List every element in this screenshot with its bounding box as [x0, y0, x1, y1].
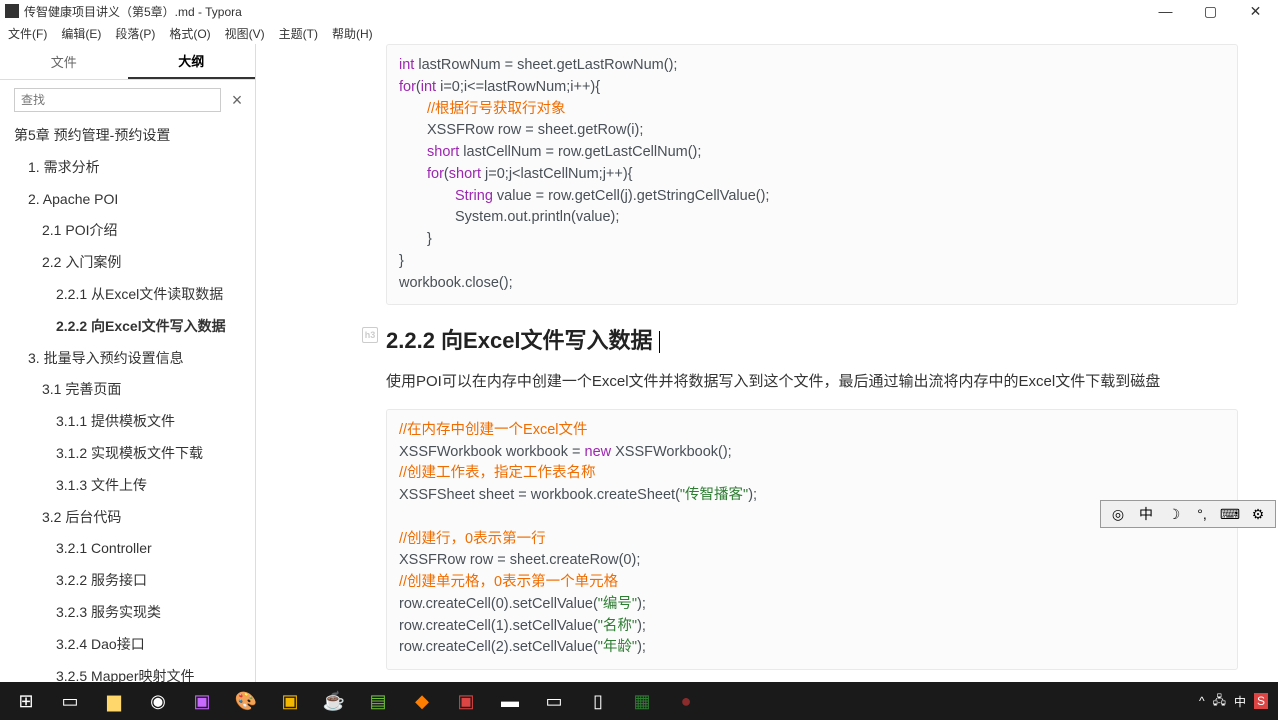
search-clear-icon[interactable]: ×: [227, 90, 247, 111]
window-title: 传智健康项目讲义（第5章）.md - Typora: [24, 3, 242, 20]
ime-punct-icon[interactable]: °,: [1191, 503, 1213, 525]
outline-item[interactable]: 2.2 入门案例: [14, 247, 249, 279]
outline-item[interactable]: 3.2.3 服务实现类: [14, 597, 249, 629]
outline-item[interactable]: 第5章 预约管理-预约设置: [14, 120, 249, 152]
menu-edit[interactable]: 编辑(E): [61, 25, 101, 42]
tray-sogou-icon[interactable]: S: [1254, 693, 1268, 709]
tab-outline[interactable]: 大纲: [128, 44, 256, 79]
outline-item[interactable]: 2.2.1 从Excel文件读取数据: [14, 279, 249, 311]
outline-item[interactable]: 3.2.4 Dao接口: [14, 629, 249, 661]
menu-paragraph[interactable]: 段落(P): [115, 25, 155, 42]
ime-toolbar[interactable]: ◎ 中 ☽ °, ⌨ ⚙: [1100, 500, 1276, 528]
typora-icon[interactable]: ▯: [576, 682, 620, 720]
ime-lang[interactable]: 中: [1135, 503, 1157, 525]
menu-format[interactable]: 格式(O): [169, 25, 210, 42]
outline-item-active[interactable]: 2.2.2 向Excel文件写入数据: [14, 311, 249, 343]
code-block-read[interactable]: int lastRowNum = sheet.getLastRowNum(); …: [386, 44, 1238, 305]
paragraph[interactable]: 使用POI可以在内存中创建一个Excel文件并将数据写入到这个文件，最后通过输出…: [386, 369, 1238, 395]
tray-network-icon[interactable]: 🖧: [1213, 691, 1226, 712]
outline-item[interactable]: 3.1.2 实现模板文件下载: [14, 438, 249, 470]
taskview-icon[interactable]: ▭: [48, 682, 92, 720]
chrome-icon[interactable]: ◉: [136, 682, 180, 720]
titlebar: 传智健康项目讲义（第5章）.md - Typora — ▢ ✕: [0, 0, 1278, 22]
ime-globe-icon[interactable]: ◎: [1107, 503, 1129, 525]
tray-lang[interactable]: 中: [1234, 693, 1246, 710]
minimize-button[interactable]: —: [1143, 0, 1188, 22]
excel-icon[interactable]: ▦: [620, 682, 664, 720]
outline-item[interactable]: 3.2.2 服务接口: [14, 565, 249, 597]
tab-file[interactable]: 文件: [0, 44, 128, 79]
outline-item[interactable]: 2. Apache POI: [14, 184, 249, 216]
app-icon-4[interactable]: ▣: [444, 682, 488, 720]
app-icon: [5, 4, 19, 18]
outline-item[interactable]: 3.2 后台代码: [14, 502, 249, 534]
app-icon-1[interactable]: ▣: [268, 682, 312, 720]
tray-chevron-icon[interactable]: ^: [1199, 694, 1205, 708]
taskbar[interactable]: ⊞ ▭ ▆ ◉ ▣ 🎨 ▣ ☕ ▤ ◆ ▣ ▬ ▭ ▯ ▦ ● ^ 🖧 中 S: [0, 682, 1278, 720]
notepad-icon[interactable]: ▤: [356, 682, 400, 720]
outline-item[interactable]: 3. 批量导入预约设置信息: [14, 343, 249, 375]
outline-item[interactable]: 3.1.3 文件上传: [14, 470, 249, 502]
ide-icon[interactable]: ▣: [180, 682, 224, 720]
close-button[interactable]: ✕: [1233, 0, 1278, 22]
outline-item[interactable]: 3.2.1 Controller: [14, 533, 249, 565]
sidebar: 文件 大纲 × 第5章 预约管理-预约设置 1. 需求分析 2. Apache …: [0, 44, 256, 682]
start-button[interactable]: ⊞: [4, 682, 48, 720]
ime-gear-icon[interactable]: ⚙: [1247, 503, 1269, 525]
code-block-write[interactable]: //在内存中创建一个Excel文件 XSSFWorkbook workbook …: [386, 409, 1238, 670]
outline-item[interactable]: 2.1 POI介绍: [14, 215, 249, 247]
paint-icon[interactable]: 🎨: [224, 682, 268, 720]
outline-item[interactable]: 3.2.5 Mapper映射文件: [14, 661, 249, 682]
ime-moon-icon[interactable]: ☽: [1163, 503, 1185, 525]
menu-file[interactable]: 文件(F): [8, 25, 47, 42]
menu-help[interactable]: 帮助(H): [332, 25, 373, 42]
menubar: 文件(F) 编辑(E) 段落(P) 格式(O) 视图(V) 主题(T) 帮助(H…: [0, 22, 1278, 44]
app-icon-6[interactable]: ●: [664, 682, 708, 720]
terminal-icon[interactable]: ▬: [488, 682, 532, 720]
outline-tree[interactable]: 第5章 预约管理-预约设置 1. 需求分析 2. Apache POI 2.1 …: [0, 120, 255, 682]
heading-2-2-2[interactable]: h3 2.2.2 向Excel文件写入数据: [386, 323, 1238, 355]
app-icon-3[interactable]: ◆: [400, 682, 444, 720]
menu-theme[interactable]: 主题(T): [279, 25, 318, 42]
ime-keyboard-icon[interactable]: ⌨: [1219, 503, 1241, 525]
outline-item[interactable]: 3.1.1 提供模板文件: [14, 406, 249, 438]
outline-item[interactable]: 3.1 完善页面: [14, 374, 249, 406]
editor-content[interactable]: int lastRowNum = sheet.getLastRowNum(); …: [256, 44, 1278, 682]
maximize-button[interactable]: ▢: [1188, 0, 1233, 22]
app-icon-5[interactable]: ▭: [532, 682, 576, 720]
menu-view[interactable]: 视图(V): [225, 25, 265, 42]
outline-item[interactable]: 1. 需求分析: [14, 152, 249, 184]
search-input[interactable]: [14, 88, 221, 112]
explorer-icon[interactable]: ▆: [92, 682, 136, 720]
system-tray[interactable]: ^ 🖧 中 S: [1199, 691, 1274, 712]
app-icon-2[interactable]: ☕: [312, 682, 356, 720]
heading-marker-icon: h3: [362, 327, 378, 343]
